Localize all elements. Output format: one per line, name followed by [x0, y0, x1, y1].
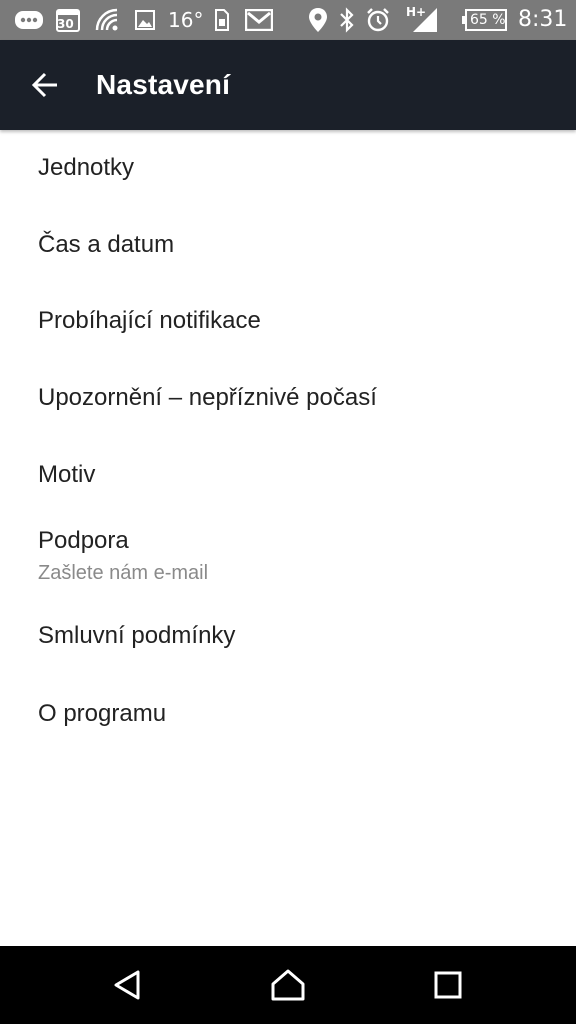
settings-item-title: Podpora [38, 527, 129, 554]
settings-item-title: O programu [38, 700, 167, 727]
status-bar: 30 16° H+ 65 % 8:31 [0, 0, 576, 40]
back-button[interactable] [22, 62, 68, 108]
settings-item-theme[interactable]: Motiv [0, 437, 576, 514]
clock-time: 8:31 [518, 7, 568, 32]
page-title: Nastavení [96, 69, 231, 100]
nav-home-button[interactable] [258, 960, 318, 1010]
settings-item-terms[interactable]: Smluvní podmínky [0, 602, 576, 680]
settings-item-about[interactable]: O programu [0, 680, 576, 757]
settings-item-title: Jednotky [38, 154, 135, 181]
settings-item-ongoing-notification[interactable]: Probíhající notifikace [0, 283, 576, 360]
recents-square-icon [434, 971, 462, 999]
settings-item-subtitle: Zašlete nám e-mail [38, 562, 209, 584]
settings-item-severe-weather-alerts[interactable]: Upozornění – nepříznivé počasí [0, 360, 576, 437]
battery-percent: 65 % [470, 12, 506, 28]
settings-item-units[interactable]: Jednotky [0, 130, 576, 206]
cell-signal-icon [410, 0, 440, 40]
nav-recents-button[interactable] [418, 960, 478, 1010]
chat-icon [12, 0, 46, 40]
settings-item-title: Smluvní podmínky [38, 622, 236, 649]
home-icon [271, 969, 305, 1001]
arrow-left-icon [31, 72, 57, 98]
settings-item-title: Probíhající notifikace [38, 307, 261, 334]
sim-icon [212, 0, 232, 40]
settings-item-title: Čas a datum [38, 231, 175, 258]
gallery-icon [132, 0, 158, 40]
bluetooth-icon [336, 0, 358, 40]
back-triangle-icon [114, 970, 140, 1000]
settings-item-time-date[interactable]: Čas a datum [0, 206, 576, 283]
email-icon [244, 0, 274, 40]
alarm-icon [364, 0, 392, 40]
settings-item-support[interactable]: Podpora Zašlete nám e-mail [0, 514, 576, 602]
wifi-signal-icon [92, 0, 122, 40]
settings-item-title: Motiv [38, 461, 96, 488]
app-bar: Nastavení [0, 40, 576, 130]
nav-back-button[interactable] [98, 960, 158, 1010]
navigation-bar [0, 946, 576, 1024]
calendar-day: 30 [57, 17, 74, 31]
settings-item-title: Upozornění – nepříznivé počasí [38, 384, 377, 411]
location-icon [306, 0, 330, 40]
temperature-text: 16° [168, 8, 204, 32]
